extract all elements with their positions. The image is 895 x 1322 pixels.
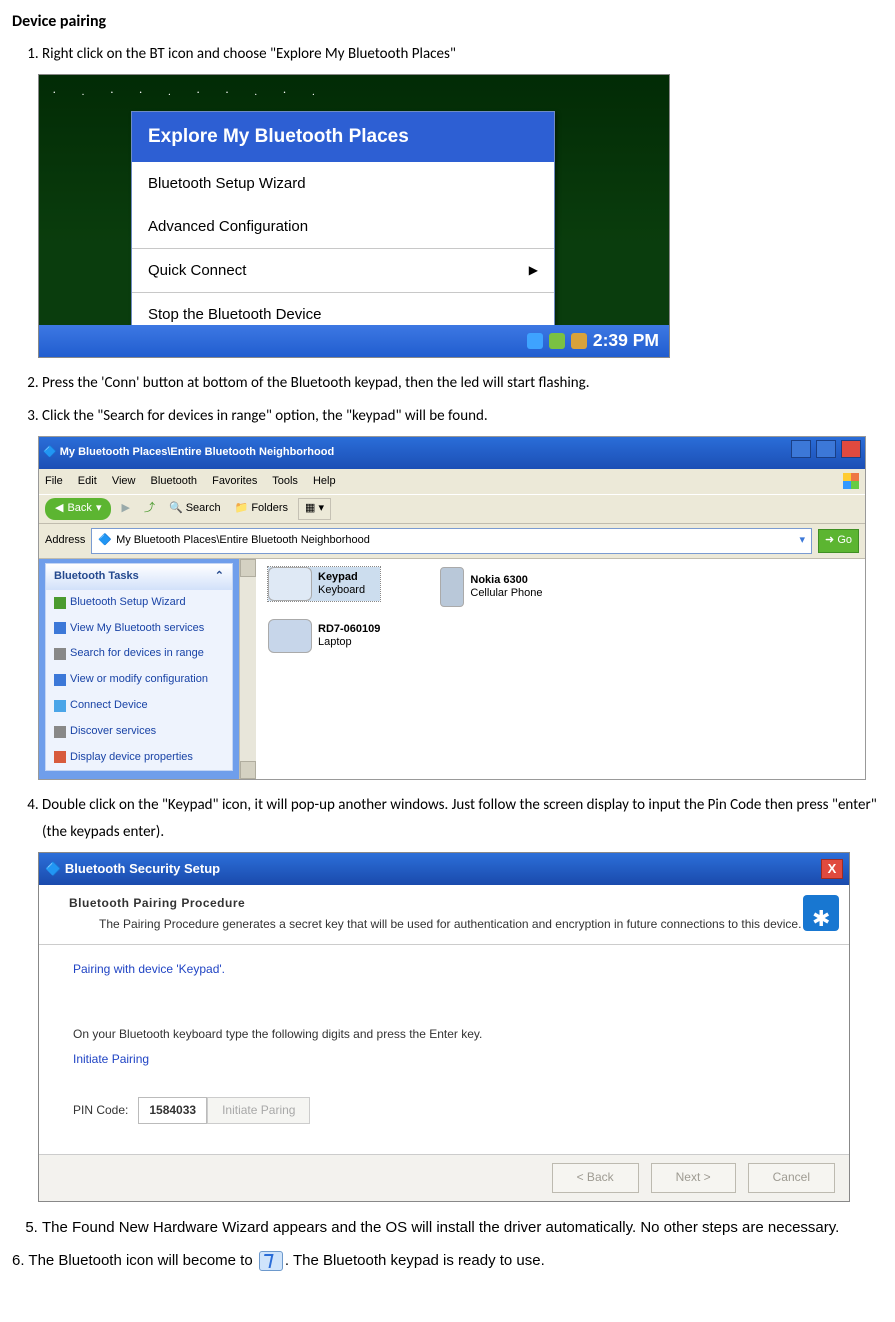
screenshot-1: Explore My Bluetooth Places Bluetooth Se… [38, 74, 670, 358]
step-5: The Found New Hardware Wizard appears an… [42, 1214, 883, 1241]
step-3-text: Click the "Search for devices in range" … [42, 407, 488, 425]
device-laptop[interactable]: RD7-060109Laptop [268, 619, 380, 653]
step-1: Right click on the BT icon and choose "E… [42, 41, 883, 358]
side-panel-header[interactable]: Bluetooth Tasks⌃ [46, 564, 232, 590]
task-discover-services[interactable]: Discover services [46, 719, 232, 745]
maximize-button[interactable] [816, 440, 836, 458]
task-setup-wizard[interactable]: Bluetooth Setup Wizard [46, 590, 232, 616]
bt-icon: 🔷 [45, 861, 61, 876]
address-bar: Address 🔷My Bluetooth Places\Entire Blue… [39, 524, 865, 559]
menu-explore[interactable]: Explore My Bluetooth Places [132, 112, 554, 162]
step-6: 6. The Bluetooth icon will become to . T… [12, 1247, 883, 1274]
dialog-titlebar: 🔷 Bluetooth Security Setup X [39, 853, 849, 884]
cancel-button[interactable]: Cancel [748, 1163, 835, 1193]
menu-bar: File Edit View Bluetooth Favorites Tools… [39, 469, 865, 495]
menu-quick-connect[interactable]: Quick Connect▶ [132, 249, 554, 292]
bluetooth-badge-icon [803, 895, 839, 931]
pairing-with-label: Pairing with device 'Keypad'. [73, 959, 829, 981]
screenshot-2: 🔷 My Bluetooth Places\Entire Bluetooth N… [38, 436, 866, 781]
dialog-body: Pairing with device 'Keypad'. On your Bl… [39, 945, 849, 1155]
windows-flag-icon [843, 473, 859, 489]
menu-favorites[interactable]: Favorites [212, 475, 257, 487]
back-button[interactable]: < Back [552, 1163, 639, 1193]
menu-edit[interactable]: Edit [78, 475, 97, 487]
pin-code-field[interactable]: 1584033 [138, 1097, 207, 1125]
up-button[interactable]: ⤴ [140, 498, 159, 520]
tray-icon[interactable] [571, 333, 587, 349]
submenu-arrow-icon: ▶ [529, 260, 538, 282]
bt-places-icon: 🔷 [43, 446, 57, 458]
dialog-header: Bluetooth Pairing Procedure The Pairing … [39, 885, 849, 945]
menu-view[interactable]: View [112, 475, 136, 487]
page-title: Device pairing [12, 8, 883, 37]
header-title: Bluetooth Pairing Procedure [69, 893, 837, 915]
close-button[interactable]: X [821, 859, 843, 879]
task-connect-device[interactable]: Connect Device [46, 693, 232, 719]
step-2: Press the 'Conn' button at bottom of the… [42, 370, 883, 397]
device-keypad[interactable]: KeypadKeyboard [268, 567, 380, 601]
go-button[interactable]: ➜ Go [818, 529, 859, 553]
initiate-pairing-label: Initiate Pairing [73, 1049, 829, 1071]
menu-setup-wizard[interactable]: Bluetooth Setup Wizard [132, 162, 554, 205]
menu-help[interactable]: Help [313, 475, 336, 487]
menu-advanced-config[interactable]: Advanced Configuration [132, 205, 554, 248]
menu-bluetooth[interactable]: Bluetooth [151, 475, 197, 487]
task-search-devices[interactable]: Search for devices in range [46, 641, 232, 667]
dialog-footer: < Back Next > Cancel [39, 1155, 849, 1201]
views-button[interactable]: ▦ ▾ [298, 498, 331, 520]
header-desc: The Pairing Procedure generates a secret… [69, 914, 837, 936]
side-scrollbar[interactable] [239, 559, 256, 779]
step-4-text: Double click on the "Keypad" icon, it wi… [42, 796, 877, 841]
keyboard-icon [268, 567, 312, 601]
device-list: KeypadKeyboard RD7-060109Laptop Nokia 63… [256, 559, 865, 779]
initiate-pairing-button[interactable]: Initiate Paring [207, 1097, 310, 1125]
close-button[interactable] [841, 440, 861, 458]
window-titlebar: 🔷 My Bluetooth Places\Entire Bluetooth N… [39, 437, 865, 469]
device-phone[interactable]: Nokia 6300Cellular Phone [440, 567, 542, 607]
address-label: Address [45, 531, 85, 551]
folders-button[interactable]: 📁 Folders [231, 498, 292, 520]
minimize-button[interactable] [791, 440, 811, 458]
toolbar: ◀ Back ▾ ▶ ⤴ 🔍 Search 📁 Folders ▦ ▾ [39, 494, 865, 524]
laptop-icon [268, 619, 312, 653]
task-modify-config[interactable]: View or modify configuration [46, 667, 232, 693]
back-button[interactable]: ◀ Back ▾ [45, 498, 111, 520]
bt-context-menu: Explore My Bluetooth Places Bluetooth Se… [131, 111, 555, 337]
side-panel: Bluetooth Tasks⌃ Bluetooth Setup Wizard … [39, 559, 239, 779]
menu-file[interactable]: File [45, 475, 63, 487]
address-field[interactable]: 🔷My Bluetooth Places\Entire Bluetooth Ne… [91, 528, 812, 554]
task-view-services[interactable]: View My Bluetooth services [46, 616, 232, 642]
search-button[interactable]: 🔍 Search [165, 498, 225, 520]
pin-code-label: PIN Code: [73, 1100, 128, 1122]
bluetooth-connected-icon [259, 1251, 283, 1271]
tray-icon[interactable] [549, 333, 565, 349]
forward-button[interactable]: ▶ [117, 498, 133, 520]
step-6-text-b: . The Bluetooth keypad is ready to use. [285, 1252, 545, 1269]
tray-bluetooth-icon[interactable] [527, 333, 543, 349]
collapse-icon[interactable]: ⌃ [215, 567, 224, 587]
instruction-text: On your Bluetooth keyboard type the foll… [73, 1024, 829, 1046]
step-6-text-a: 6. The Bluetooth icon will become to [12, 1252, 257, 1269]
taskbar-clock: 2:39 PM [593, 325, 659, 357]
step-1-text: Right click on the BT icon and choose "E… [42, 45, 456, 63]
menu-tools[interactable]: Tools [272, 475, 298, 487]
step-4: Double click on the "Keypad" icon, it wi… [42, 792, 883, 1201]
task-device-properties[interactable]: Display device properties [46, 745, 232, 771]
taskbar: 2:39 PM [39, 325, 669, 357]
step-3: Click the "Search for devices in range" … [42, 403, 883, 781]
next-button[interactable]: Next > [651, 1163, 736, 1193]
screenshot-3: 🔷 Bluetooth Security Setup X Bluetooth P… [38, 852, 850, 1201]
phone-icon [440, 567, 464, 607]
